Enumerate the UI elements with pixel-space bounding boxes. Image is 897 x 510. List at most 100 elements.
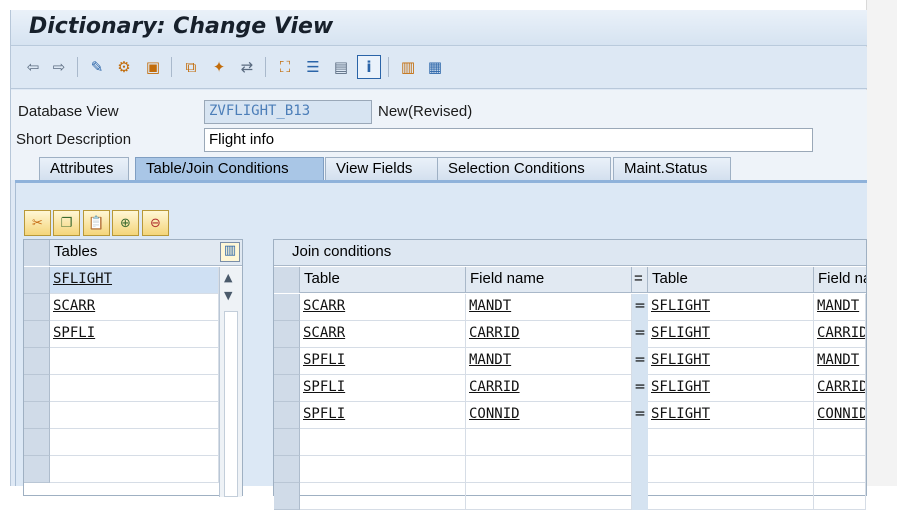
join-field1-cell[interactable]: CONNID — [466, 402, 632, 429]
join-select-all[interactable] — [274, 267, 300, 293]
forward-icon[interactable]: ⇨ — [47, 55, 71, 79]
join-table1-cell[interactable]: SCARR — [300, 321, 466, 348]
join-row-selector[interactable] — [274, 456, 300, 483]
join-row-selector[interactable] — [274, 348, 300, 375]
scroll-thumb[interactable] — [224, 311, 238, 497]
join-table2-cell[interactable]: SFLIGHT — [648, 294, 814, 321]
display-change-icon[interactable]: ✎ — [85, 55, 109, 79]
view-icon[interactable]: ▤ — [329, 55, 353, 79]
sap-window: Dictionary: Change View ⇦ ⇨ ✎ ⚙ ▣ ⧉ ✦ ⇄ … — [10, 10, 867, 510]
row-selector[interactable] — [24, 429, 50, 456]
row-selector[interactable] — [24, 267, 50, 294]
tab-selection-conditions[interactable]: Selection Conditions — [437, 157, 611, 181]
join-row-selector[interactable] — [274, 483, 300, 510]
tables-scrollbar[interactable]: ▲ ▼ — [219, 267, 242, 497]
copy-icon[interactable]: ❐ — [53, 210, 80, 236]
join-field1-cell[interactable]: CARRID — [466, 375, 632, 402]
join-table1-cell[interactable] — [300, 483, 466, 510]
join-table2-cell[interactable]: SFLIGHT — [648, 348, 814, 375]
object-list-icon[interactable]: ▣ — [141, 55, 165, 79]
join-table2-cell[interactable] — [648, 483, 814, 510]
join-table1-cell[interactable]: SPFLI — [300, 375, 466, 402]
paste-icon[interactable]: 📋 — [83, 210, 110, 236]
insert-row-icon[interactable]: ⊕ — [112, 210, 139, 236]
join-field2-cell[interactable] — [814, 456, 866, 483]
join-eq-cell: = — [632, 294, 648, 321]
join-eq-cell — [632, 456, 648, 483]
info-icon[interactable]: i — [357, 55, 381, 79]
active-inactive-icon[interactable]: ⚙ — [112, 55, 136, 79]
join-field1-cell[interactable]: CARRID — [466, 321, 632, 348]
table-icon[interactable]: ▦ — [423, 55, 447, 79]
table-name-cell[interactable] — [50, 429, 219, 456]
where-used-icon[interactable]: ⛶ — [273, 55, 297, 79]
row-selector[interactable] — [24, 348, 50, 375]
table-name-cell[interactable] — [50, 375, 219, 402]
join-table2-cell[interactable] — [648, 429, 814, 456]
join-field1-cell[interactable] — [466, 483, 632, 510]
join-field2-cell[interactable]: CARRID — [814, 321, 866, 348]
row-selector[interactable] — [24, 294, 50, 321]
join-table1-cell[interactable]: SPFLI — [300, 348, 466, 375]
hierarchy-icon[interactable]: ☰ — [301, 55, 325, 79]
join-field1-cell[interactable]: MANDT — [466, 348, 632, 375]
join-table2-cell[interactable]: SFLIGHT — [648, 321, 814, 348]
join-row-selector[interactable] — [274, 294, 300, 321]
tables-header: Tables — [24, 240, 242, 266]
row-selector[interactable] — [24, 375, 50, 402]
tab-attributes[interactable]: Attributes — [39, 157, 129, 181]
select-all-cell[interactable] — [24, 240, 50, 266]
join-row-selector[interactable] — [274, 402, 300, 429]
join-row-selector[interactable] — [274, 321, 300, 348]
join-table2-cell[interactable] — [648, 456, 814, 483]
join-table2-cell[interactable]: SFLIGHT — [648, 402, 814, 429]
page-title: Dictionary: Change View — [29, 14, 334, 39]
activate-icon[interactable]: ⇄ — [235, 55, 259, 79]
cut-icon[interactable]: ✂ — [24, 210, 51, 236]
join-field2-cell[interactable]: MANDT — [814, 294, 866, 321]
join-conditions-table: Join conditions Table Field name = Table… — [273, 239, 867, 510]
table-name-cell[interactable] — [50, 348, 219, 375]
row-selector[interactable] — [24, 456, 50, 483]
join-table1-cell[interactable] — [300, 429, 466, 456]
delete-row-icon[interactable]: ⊖ — [142, 210, 169, 236]
join-row-selector[interactable] — [274, 429, 300, 456]
toolbar-separator — [77, 57, 78, 77]
table-name-cell[interactable]: SFLIGHT — [50, 267, 219, 294]
join-field1-cell[interactable] — [466, 429, 632, 456]
tab-maint-status[interactable]: Maint.Status — [613, 157, 731, 181]
join-field2-cell[interactable] — [814, 429, 866, 456]
title-bar: Dictionary: Change View — [11, 10, 867, 46]
scroll-down-icon[interactable]: ▼ — [224, 289, 232, 302]
check-icon[interactable]: ✦ — [207, 55, 231, 79]
join-field2-cell[interactable]: MANDT — [814, 348, 866, 375]
tables-list: Tables ▥ SFLIGHT SCARR SPFLI ▲ ▼ — [23, 239, 243, 497]
back-icon[interactable]: ⇦ — [21, 55, 45, 79]
join-field2-cell[interactable]: CARRID — [814, 375, 866, 402]
table-name-cell[interactable] — [50, 402, 219, 429]
join-table2-cell[interactable]: SFLIGHT — [648, 375, 814, 402]
tab-strip: Attributes Table/Join Conditions View Fi… — [11, 157, 867, 181]
column-config-icon[interactable]: ▥ — [220, 242, 240, 262]
row-selector[interactable] — [24, 402, 50, 429]
join-field2-cell[interactable]: CONNID — [814, 402, 866, 429]
other-object-icon[interactable]: ⧉ — [179, 55, 203, 79]
tab-table-join-conditions[interactable]: Table/Join Conditions — [135, 157, 324, 181]
join-row-selector[interactable] — [274, 375, 300, 402]
join-field1-cell[interactable] — [466, 456, 632, 483]
join-table1-cell[interactable] — [300, 456, 466, 483]
scroll-up-icon[interactable]: ▲ — [224, 271, 232, 284]
join-eq-cell: = — [632, 375, 648, 402]
table-name-cell[interactable]: SPFLI — [50, 321, 219, 348]
tab-view-fields[interactable]: View Fields — [325, 157, 438, 181]
join-table1-cell[interactable]: SPFLI — [300, 402, 466, 429]
table-name-cell[interactable]: SCARR — [50, 294, 219, 321]
join-field1-cell[interactable]: MANDT — [466, 294, 632, 321]
join-table1-cell[interactable]: SCARR — [300, 294, 466, 321]
short-desc-field[interactable]: Flight info — [204, 128, 813, 152]
join-field2-cell[interactable] — [814, 483, 866, 510]
row-selector[interactable] — [24, 321, 50, 348]
layout-icon[interactable]: ▥ — [396, 55, 420, 79]
table-name-cell[interactable] — [50, 456, 219, 483]
db-view-field[interactable]: ZVFLIGHT_B13 — [204, 100, 372, 124]
